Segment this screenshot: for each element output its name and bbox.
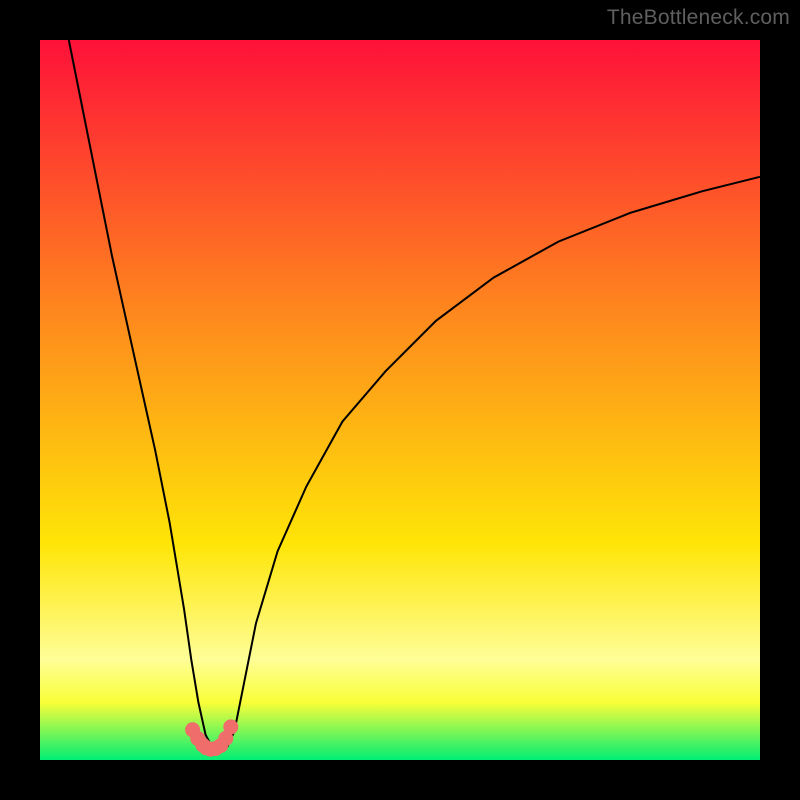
chart-svg bbox=[40, 40, 760, 760]
chart-frame: TheBottleneck.com bbox=[0, 0, 800, 800]
bottleneck-curve bbox=[69, 40, 760, 751]
chart-plot-area bbox=[40, 40, 760, 760]
watermark-text: TheBottleneck.com bbox=[607, 6, 790, 30]
highlight-markers bbox=[186, 720, 238, 756]
highlight-point bbox=[224, 720, 238, 734]
